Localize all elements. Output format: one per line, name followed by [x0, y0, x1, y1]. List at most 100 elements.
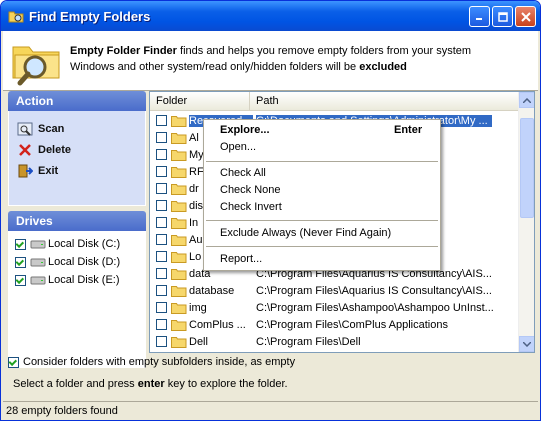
menu-shortcut-enter: Enter	[394, 124, 423, 136]
minimize-button[interactable]	[469, 6, 490, 27]
delete-label: Delete	[38, 143, 72, 156]
folder-search-icon	[12, 46, 60, 86]
drive-item-c[interactable]: Local Disk (C:)	[9, 235, 145, 253]
row-checkbox[interactable]	[156, 183, 167, 194]
close-icon	[520, 11, 531, 22]
window-title: Find Empty Folders	[29, 9, 151, 24]
header-banner: Empty Folder Finder finds and helps you …	[3, 31, 538, 91]
scroll-up-button[interactable]	[519, 92, 534, 108]
drive-label: Local Disk (C:)	[48, 238, 121, 250]
table-row[interactable]: img C:\Program Files\Ashampoo\Ashampoo Un…	[150, 299, 520, 316]
arrow-down-icon	[523, 341, 531, 347]
column-folder[interactable]: Folder	[150, 92, 250, 110]
scan-icon	[17, 122, 33, 136]
subfolders-label: Consider folders with empty subfolders i…	[23, 356, 296, 368]
menu-item-exclude[interactable]: Exclude Always (Never Find Again)	[220, 227, 391, 243]
title-bar[interactable]: Find Empty Folders	[1, 1, 540, 31]
drive-checkbox[interactable]	[15, 256, 26, 268]
row-checkbox[interactable]	[156, 319, 167, 330]
app-name: Empty Folder Finder	[70, 45, 177, 57]
folder-name: database	[189, 284, 235, 297]
folder-path: C:\Program Files\Aquarius IS Consultancy…	[256, 284, 492, 297]
drive-label: Local Disk (E:)	[48, 274, 120, 286]
table-row[interactable]: database C:\Program Files\Aquarius IS Con…	[150, 282, 520, 299]
folder-icon	[171, 234, 187, 246]
menu-item-check-invert[interactable]: Check Invert	[220, 201, 282, 217]
folder-icon	[171, 336, 187, 348]
folder-icon	[171, 183, 187, 195]
menu-separator	[206, 220, 438, 221]
row-checkbox[interactable]	[156, 251, 167, 262]
row-checkbox[interactable]	[156, 268, 167, 279]
action-panel: Scan Delete Exit	[8, 111, 146, 206]
delete-icon	[19, 143, 31, 156]
exit-button[interactable]: Exit	[9, 160, 145, 181]
folder-path: C:\Program Files\ComPlus Applications	[256, 318, 448, 331]
hard-disk-icon	[30, 276, 46, 285]
drives-panel: Local Disk (C:) Local Disk (D:) Local Di…	[8, 231, 146, 368]
row-checkbox[interactable]	[156, 149, 167, 160]
row-checkbox[interactable]	[156, 234, 167, 245]
menu-item-report[interactable]: Report...	[220, 253, 262, 269]
folder-icon	[171, 166, 187, 178]
row-checkbox[interactable]	[156, 115, 167, 126]
drives-header: Drives	[8, 211, 146, 231]
hard-disk-icon	[30, 240, 46, 249]
maximize-button[interactable]	[492, 6, 513, 27]
menu-item-open[interactable]: Open...	[220, 141, 256, 157]
context-menu: Explore... Enter Open... Check All Check…	[203, 119, 441, 271]
status-bar: 28 empty folders found	[3, 401, 538, 420]
scroll-thumb[interactable]	[520, 118, 534, 218]
folder-path: C:\Program Files\Dell	[256, 335, 361, 348]
maximize-icon	[497, 11, 508, 22]
folder-name: Dell	[189, 335, 208, 348]
close-button[interactable]	[515, 6, 536, 27]
folder-icon	[171, 268, 187, 280]
table-row[interactable]: ComPlus ... C:\Program Files\ComPlus Appl…	[150, 316, 520, 333]
header-line-1: Empty Folder Finder finds and helps you …	[70, 45, 471, 57]
table-row[interactable]: Dell C:\Program Files\Dell	[150, 333, 520, 350]
header-line-2: Windows and other system/read only/hidde…	[70, 61, 407, 73]
row-checkbox[interactable]	[156, 285, 167, 296]
row-checkbox[interactable]	[156, 336, 167, 347]
hard-disk-icon	[30, 258, 46, 267]
row-checkbox[interactable]	[156, 302, 167, 313]
vertical-scrollbar[interactable]	[518, 92, 534, 352]
hint-text: Select a folder and press enter key to e…	[13, 378, 288, 390]
subfolders-option[interactable]: Consider folders with empty subfolders i…	[8, 353, 538, 371]
hint-key: enter	[137, 378, 165, 390]
minimize-icon	[476, 18, 482, 20]
folder-icon	[171, 285, 187, 297]
exit-label: Exit	[38, 164, 59, 177]
menu-item-check-none[interactable]: Check None	[220, 184, 281, 200]
scan-button[interactable]: Scan	[9, 118, 145, 139]
arrow-up-icon	[523, 97, 531, 103]
header-note-bold: excluded	[359, 61, 407, 73]
app-icon	[8, 11, 24, 23]
list-header: Folder Path	[150, 92, 534, 111]
folder-icon	[171, 149, 187, 161]
scroll-down-button[interactable]	[519, 336, 534, 352]
header-note: Windows and other system/read only/hidde…	[70, 61, 360, 73]
subfolders-checkbox[interactable]	[8, 356, 19, 368]
folder-icon	[171, 251, 187, 263]
delete-button[interactable]: Delete	[9, 139, 145, 160]
folder-name: img	[189, 301, 207, 314]
drive-label: Local Disk (D:)	[48, 256, 121, 268]
row-checkbox[interactable]	[156, 217, 167, 228]
column-path[interactable]: Path	[250, 92, 518, 110]
folder-icon	[171, 200, 187, 212]
menu-item-check-all[interactable]: Check All	[220, 167, 266, 183]
row-checkbox[interactable]	[156, 132, 167, 143]
menu-separator	[206, 161, 438, 162]
folder-path: C:\Program Files\Ashampoo\Ashampoo UnIns…	[256, 301, 494, 314]
drive-item-e[interactable]: Local Disk (E:)	[9, 271, 145, 289]
row-checkbox[interactable]	[156, 200, 167, 211]
drive-checkbox[interactable]	[15, 238, 26, 250]
menu-item-explore[interactable]: Explore...	[220, 124, 270, 140]
folder-icon	[171, 319, 187, 331]
drive-item-d[interactable]: Local Disk (D:)	[9, 253, 145, 271]
action-header: Action	[8, 91, 146, 111]
row-checkbox[interactable]	[156, 166, 167, 177]
drive-checkbox[interactable]	[15, 274, 26, 286]
